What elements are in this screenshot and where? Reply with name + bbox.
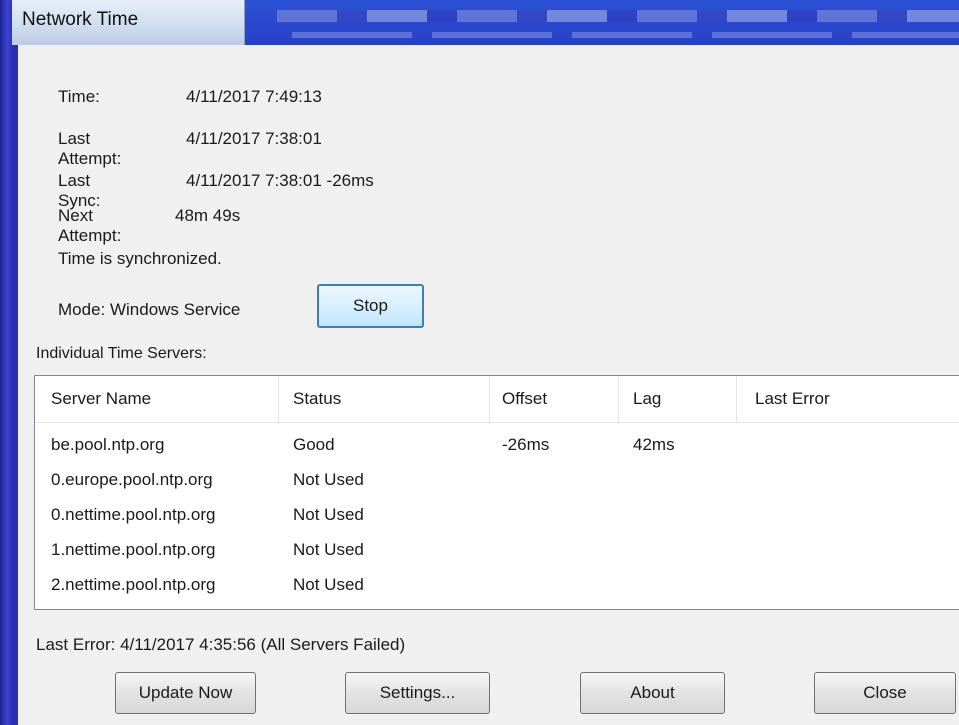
next-attempt-label: Next Attempt: [58, 206, 122, 245]
mode-text: Mode: Windows Service [58, 300, 241, 319]
update-now-button[interactable]: Update Now [115, 672, 256, 714]
last-sync-label: Last Sync: [58, 171, 101, 210]
close-button[interactable]: Close [814, 672, 956, 714]
server-row[interactable]: 2.nettime.pool.ntp.org Not Used [35, 567, 959, 602]
last-error-text: Last Error: 4/11/2017 4:35:56 (All Serve… [36, 635, 406, 654]
server-lag: 42ms [633, 435, 675, 454]
column-header-last-error[interactable]: Last Error [737, 376, 959, 422]
server-row[interactable]: 1.nettime.pool.ntp.org Not Used [35, 532, 959, 567]
time-value: 4/11/2017 7:49:13 [186, 87, 322, 106]
server-name: be.pool.ntp.org [51, 435, 165, 454]
sync-status-text: Time is synchronized. [58, 249, 222, 268]
time-servers-list[interactable]: Server Name Status Offset Lag Last Error… [34, 375, 959, 610]
server-name: 1.nettime.pool.ntp.org [51, 540, 216, 559]
server-name: 2.nettime.pool.ntp.org [51, 575, 216, 594]
about-button[interactable]: About [580, 672, 725, 714]
column-header-offset[interactable]: Offset [490, 376, 619, 422]
server-row[interactable]: 0.europe.pool.ntp.org Not Used [35, 462, 959, 497]
server-status: Not Used [293, 575, 364, 594]
stop-button[interactable]: Stop [317, 284, 424, 328]
last-sync-value: 4/11/2017 7:38:01 -26ms [186, 171, 374, 190]
background-window-blur [277, 10, 959, 22]
background-window-blur-lower [292, 32, 959, 38]
next-attempt-value: 48m 49s [175, 206, 241, 225]
window-title: Network Time [22, 9, 139, 30]
column-header-lag[interactable]: Lag [619, 376, 737, 422]
settings-button[interactable]: Settings... [345, 672, 490, 714]
last-attempt-value: 4/11/2017 7:38:01 [186, 129, 322, 148]
servers-section-label: Individual Time Servers: [36, 345, 207, 362]
column-header-status[interactable]: Status [279, 376, 490, 422]
column-header-server-name[interactable]: Server Name [35, 376, 279, 422]
title-bar[interactable]: Network Time [12, 0, 959, 45]
server-row[interactable]: be.pool.ntp.org Good -26ms 42ms [35, 427, 959, 462]
server-name: 0.europe.pool.ntp.org [51, 470, 213, 489]
window-left-edge [0, 0, 12, 725]
list-header: Server Name Status Offset Lag Last Error [35, 376, 959, 423]
server-status: Not Used [293, 540, 364, 559]
server-status: Not Used [293, 470, 364, 489]
title-tab: Network Time [12, 0, 245, 45]
network-time-dialog: Time: 4/11/2017 7:49:13 Last Attempt: 4/… [18, 45, 959, 725]
server-offset: -26ms [502, 435, 550, 454]
server-name: 0.nettime.pool.ntp.org [51, 505, 216, 524]
server-status: Not Used [293, 505, 364, 524]
time-label: Time: [58, 87, 100, 106]
server-status: Good [293, 435, 335, 454]
last-attempt-label: Last Attempt: [58, 129, 122, 168]
server-row[interactable]: 0.nettime.pool.ntp.org Not Used [35, 497, 959, 532]
